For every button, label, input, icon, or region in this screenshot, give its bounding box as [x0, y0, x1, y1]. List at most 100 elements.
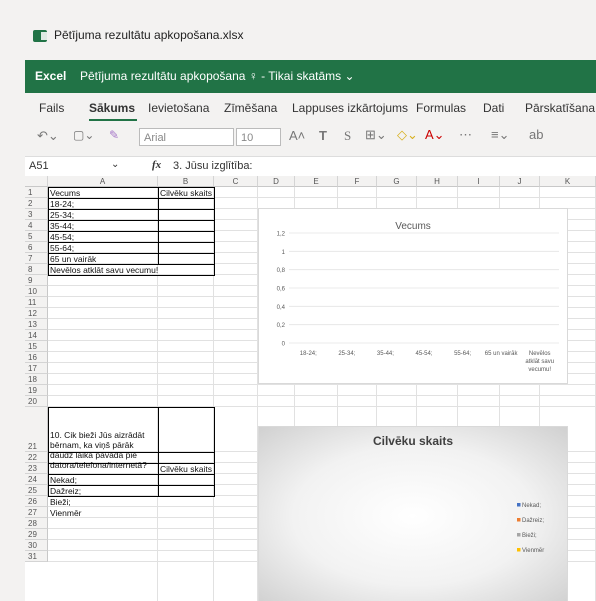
fill-color-icon[interactable]: ◇⌄	[397, 127, 418, 143]
increase-font-size-icon[interactable]: A˄	[289, 128, 305, 143]
row-header-15[interactable]: 15	[25, 341, 48, 352]
tab-review[interactable]: Pārskatīšana	[525, 101, 595, 115]
table-border	[48, 407, 159, 453]
paste-icon[interactable]: ▢⌄	[73, 128, 94, 142]
row-header-31[interactable]: 31	[25, 551, 48, 562]
tab-home[interactable]: Sākums	[89, 101, 135, 115]
window-title-bar: Pētījuma rezultātu apkopošana.xlsx	[0, 0, 596, 58]
column-header-g[interactable]: G	[377, 176, 417, 187]
row-header-16[interactable]: 16	[25, 352, 48, 363]
app-name[interactable]: Excel	[35, 69, 66, 83]
y-tick-label: 1,2	[277, 232, 286, 238]
formula-input[interactable]: 3. Jūsu izglītība:	[173, 160, 253, 172]
column-header-j[interactable]: J	[500, 176, 540, 187]
italic-icon[interactable]: S	[344, 128, 351, 144]
row-header-13[interactable]: 13	[25, 319, 48, 330]
x-tick-label: 65 un vairāk	[485, 351, 519, 357]
row-header-7[interactable]: 7	[25, 253, 48, 264]
spreadsheet-grid[interactable]: Vecums Cilvēku skaits 18-24; 25-34; 35-4…	[25, 176, 596, 601]
column-header-k[interactable]: K	[540, 176, 596, 187]
select-all-corner[interactable]	[25, 176, 48, 187]
ribbon-toolbar: ↶⌄ ▢⌄ ✎ Arial 10 A˄ T S ⊞⌄ ◇⌄ A⌄ ⋯ ≡⌄ ab	[25, 123, 596, 153]
wrap-text-icon[interactable]: ab	[529, 127, 543, 142]
row-header-27[interactable]: 27	[25, 507, 48, 518]
row-header-24[interactable]: 24	[25, 474, 48, 485]
column-header-a[interactable]: A	[48, 176, 158, 187]
grid-line-horizontal	[48, 395, 596, 396]
borders-icon[interactable]: ⊞⌄	[365, 127, 387, 143]
x-tick-label: vecumu!	[528, 367, 551, 373]
row-header-30[interactable]: 30	[25, 540, 48, 551]
row-header-25[interactable]: 25	[25, 485, 48, 496]
tab-file[interactable]: Fails	[39, 101, 64, 115]
font-size-select[interactable]: 10	[236, 128, 281, 146]
row-header-29[interactable]: 29	[25, 529, 48, 540]
cell-a24[interactable]: Bieži;	[48, 497, 158, 508]
y-tick-label: 0,6	[277, 287, 286, 293]
row-header-1[interactable]: 1	[25, 187, 48, 198]
row-header-26[interactable]: 26	[25, 496, 48, 507]
cell-a25[interactable]: Vienmēr	[48, 508, 158, 519]
column-header-e[interactable]: E	[295, 176, 338, 187]
row-header-20[interactable]: 20	[25, 396, 48, 407]
x-tick-label: 18-24;	[300, 351, 317, 357]
column-header-d[interactable]: D	[258, 176, 295, 187]
row-header-23[interactable]: 23	[25, 463, 48, 474]
x-tick-label: atklāt savu	[525, 359, 554, 365]
row-header-3[interactable]: 3	[25, 209, 48, 220]
chart-title: Vecums	[395, 221, 431, 232]
file-title: Pētījuma rezultātu apkopošana.xlsx	[54, 28, 244, 42]
align-icon[interactable]: ≡⌄	[491, 127, 509, 143]
legend-swatch	[517, 503, 521, 507]
ribbon-tabs: Fails Sākums Ievietošana Zīmēšana Lappus…	[25, 93, 596, 123]
chart-vecums[interactable]: Vecums 0 0,2 0,4 0,6 0,8 1 1,2 18-24; 25-34; 35-44…	[258, 208, 568, 384]
bold-icon[interactable]: T	[319, 128, 327, 143]
legend-swatch	[517, 518, 521, 522]
legend-label: Bieži;	[522, 533, 537, 539]
row-header-17[interactable]: 17	[25, 363, 48, 374]
tab-insert[interactable]: Ievietošana	[148, 101, 209, 115]
row-header-8[interactable]: 8	[25, 264, 48, 275]
name-box-dropdown-icon[interactable]: ⌄	[111, 159, 119, 170]
legend-label: Vienmēr	[522, 548, 544, 554]
row-header-2[interactable]: 2	[25, 198, 48, 209]
format-painter-icon[interactable]: ✎	[109, 128, 119, 142]
row-header-12[interactable]: 12	[25, 308, 48, 319]
row-header-28[interactable]: 28	[25, 518, 48, 529]
tab-data[interactable]: Dati	[483, 101, 504, 115]
y-tick-label: 0	[282, 342, 286, 348]
column-header-b[interactable]: B	[158, 176, 214, 187]
y-tick-label: 0,2	[277, 323, 286, 329]
font-color-icon[interactable]: A⌄	[425, 127, 445, 143]
column-header-h[interactable]: H	[417, 176, 458, 187]
table-border	[158, 407, 215, 453]
document-title[interactable]: Pētījuma rezultātu apkopošana ♀ - Tikai …	[80, 69, 355, 83]
font-name-select[interactable]: Arial	[139, 128, 234, 146]
chart-cilveku-skaits[interactable]: Cilvēku skaits Nekad; Dažreiz; Bieži; Vienmē…	[258, 426, 568, 601]
tab-formulas[interactable]: Formulas	[416, 101, 466, 115]
y-tick-label: 1	[282, 250, 286, 256]
app-header: Excel Pētījuma rezultātu apkopošana ♀ - …	[25, 60, 596, 93]
undo-icon[interactable]: ↶⌄	[37, 128, 59, 144]
row-header-9[interactable]: 9	[25, 275, 48, 286]
tab-page-layout[interactable]: Lappuses izkārtojums	[292, 101, 408, 115]
legend-swatch	[517, 548, 521, 552]
tab-draw[interactable]: Zīmēšana	[224, 101, 277, 115]
name-box[interactable]: A51	[29, 160, 49, 172]
row-header-11[interactable]: 11	[25, 297, 48, 308]
row-header-5[interactable]: 5	[25, 231, 48, 242]
more-options-icon[interactable]: ⋯	[459, 127, 472, 143]
row-header-22[interactable]: 22	[25, 452, 48, 463]
row-header-21[interactable]: 21	[25, 407, 48, 452]
column-header-f[interactable]: F	[338, 176, 377, 187]
row-header-14[interactable]: 14	[25, 330, 48, 341]
table-border	[48, 485, 159, 497]
column-header-c[interactable]: C	[214, 176, 258, 187]
row-header-10[interactable]: 10	[25, 286, 48, 297]
y-tick-label: 0,4	[277, 305, 286, 311]
row-header-19[interactable]: 19	[25, 385, 48, 396]
row-header-4[interactable]: 4	[25, 220, 48, 231]
column-header-i[interactable]: I	[458, 176, 500, 187]
row-header-6[interactable]: 6	[25, 242, 48, 253]
row-header-18[interactable]: 18	[25, 374, 48, 385]
